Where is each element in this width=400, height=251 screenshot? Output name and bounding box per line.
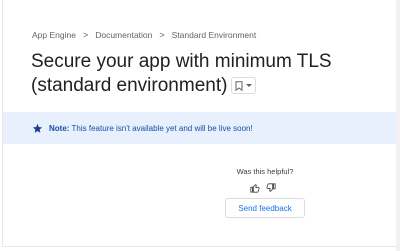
thumbs-down-icon[interactable]: [266, 180, 276, 198]
page-title: Secure your app with minimum TLS (standa…: [31, 50, 393, 98]
rating-controls: [250, 180, 276, 198]
bookmark-button[interactable]: [231, 77, 257, 95]
breadcrumb-separator: >: [82, 30, 89, 40]
breadcrumb-item-app-engine[interactable]: App Engine: [32, 30, 76, 40]
send-feedback-button[interactable]: Send feedback: [225, 198, 305, 218]
breadcrumb-item-documentation[interactable]: Documentation: [95, 30, 152, 40]
note-banner: Note: This feature isn't available yet a…: [3, 112, 400, 144]
note-label: Note:: [49, 123, 70, 133]
thumbs-up-icon[interactable]: [250, 180, 260, 198]
breadcrumb-separator: >: [159, 30, 165, 40]
star-icon: [32, 123, 43, 133]
note-text: Note: This feature isn't available yet a…: [49, 124, 253, 133]
breadcrumb-item-standard-environment[interactable]: Standard Environment: [172, 30, 257, 40]
page-title-text: Secure your app with minimum TLS (standa…: [31, 51, 332, 96]
helpful-question: Was this helpful?: [236, 167, 294, 176]
docs-page: App Engine > Documentation > Standard En…: [2, 0, 400, 247]
breadcrumb: App Engine > Documentation > Standard En…: [32, 30, 256, 40]
chevron-down-icon[interactable]: [246, 84, 253, 88]
scrollbar[interactable]: [396, 0, 400, 251]
bookmark-icon: [235, 81, 243, 91]
note-message: This feature isn't available yet and wil…: [69, 123, 253, 133]
